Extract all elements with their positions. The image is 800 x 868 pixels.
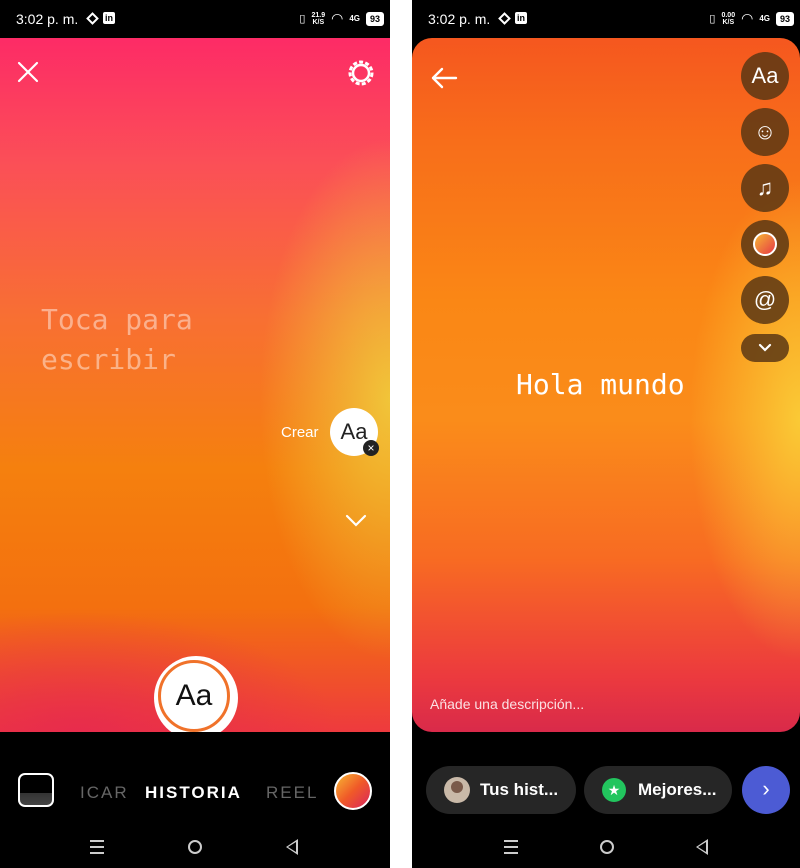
net-speed-unit: K/S <box>312 18 325 26</box>
back-nav-icon[interactable] <box>696 839 708 855</box>
mode-selector: ICAR HISTORIA REEL <box>0 732 390 828</box>
avatar <box>444 777 470 803</box>
close-icon[interactable] <box>16 60 40 84</box>
signal-4g-icon: 4G <box>759 14 770 23</box>
back-nav-icon[interactable] <box>286 839 298 855</box>
vibrate-icon: ▯ <box>709 13 716 25</box>
linkedin-icon: in <box>103 12 115 24</box>
net-speed-value: 21.9 <box>311 11 326 19</box>
story-text[interactable]: Hola mundo <box>516 368 685 401</box>
battery-indicator: 93 <box>365 11 384 26</box>
capture-button-label: Aa <box>158 660 230 732</box>
status-bar: 3:02 p. m. in ▯ 0.00 K/S ◠ 4G 93 <box>412 0 800 38</box>
more-tools-button[interactable] <box>741 334 789 362</box>
battery-indicator: 93 <box>775 11 794 26</box>
share-your-story-label: Tus hist... <box>480 780 559 799</box>
sticker-icon[interactable]: ☺ <box>741 108 789 156</box>
back-arrow-icon[interactable] <box>430 66 458 90</box>
home-icon[interactable] <box>600 840 614 854</box>
net-speed: 0.00 K/S <box>721 12 735 26</box>
mention-icon[interactable]: @ <box>741 276 789 324</box>
text-tool-button[interactable]: Aa <box>741 52 789 100</box>
mode-publicar[interactable]: ICAR <box>80 783 129 803</box>
share-close-friends-label: Mejores... <box>638 780 717 799</box>
system-nav-bar <box>412 828 800 868</box>
music-icon[interactable]: ♫ <box>741 164 789 212</box>
next-button[interactable]: › <box>742 766 790 814</box>
create-label: Crear <box>281 424 319 441</box>
dismiss-create-icon[interactable]: × <box>363 440 379 456</box>
mode-reel[interactable]: REEL <box>266 783 318 803</box>
signal-4g-icon: 4G <box>349 14 360 23</box>
tap-to-write-placeholder[interactable]: Toca para escribir <box>41 300 193 380</box>
system-nav-bar <box>0 828 390 868</box>
phone-right-screen: 3:02 p. m. in ▯ 0.00 K/S ◠ 4G 93 Aa ☺ ♫ @ <box>412 0 800 868</box>
wifi-icon: ◠ <box>331 10 344 26</box>
star-icon: ★ <box>602 778 626 802</box>
linkedin-icon: in <box>515 12 527 24</box>
effects-button[interactable] <box>334 772 372 810</box>
recent-apps-icon[interactable] <box>504 840 518 854</box>
status-left-icons: in <box>86 11 115 25</box>
story-canvas[interactable]: Toca para escribir Crear Aa × Aa <box>0 38 390 740</box>
share-close-friends-button[interactable]: ★ Mejores... <box>584 766 732 814</box>
share-bar: Tus hist... ★ Mejores... › <box>412 732 800 828</box>
share-your-story-button[interactable]: Tus hist... <box>426 766 576 814</box>
gallery-thumbnail[interactable] <box>18 773 54 807</box>
home-icon[interactable] <box>188 840 202 854</box>
binance-icon <box>498 11 511 25</box>
mode-historia[interactable]: HISTORIA <box>145 783 242 803</box>
vibrate-icon: ▯ <box>299 13 306 25</box>
status-right-icons: ▯ 0.00 K/S ◠ 4G 93 <box>709 10 794 27</box>
status-time: 3:02 p. m. <box>16 11 79 27</box>
color-palette-button[interactable] <box>741 220 789 268</box>
net-speed: 21.9 K/S <box>311 12 325 26</box>
binance-icon <box>86 11 99 25</box>
wifi-icon: ◠ <box>741 10 754 26</box>
status-bar: 3:02 p. m. in ▯ 21.9 K/S ◠ 4G 93 <box>0 0 390 38</box>
net-speed-value: 0.00 <box>721 11 736 19</box>
status-time: 3:02 p. m. <box>428 11 491 27</box>
recent-apps-icon[interactable] <box>90 840 104 854</box>
chevron-down-icon <box>758 343 772 352</box>
phone-left-screen: 3:02 p. m. in ▯ 21.9 K/S ◠ 4G 93 Toca par… <box>0 0 390 868</box>
settings-gear-icon[interactable] <box>346 58 376 88</box>
status-right-icons: ▯ 21.9 K/S ◠ 4G 93 <box>299 10 384 27</box>
net-speed-unit: K/S <box>722 18 735 26</box>
color-swatch-icon <box>753 232 777 256</box>
capture-button[interactable]: Aa <box>154 656 238 740</box>
status-left-icons: in <box>498 11 527 25</box>
description-input[interactable]: Añade una descripción... <box>430 696 584 712</box>
story-canvas[interactable]: Aa ☺ ♫ @ Hola mundo Añade una descripció… <box>412 38 800 732</box>
chevron-down-icon[interactable] <box>345 514 367 528</box>
